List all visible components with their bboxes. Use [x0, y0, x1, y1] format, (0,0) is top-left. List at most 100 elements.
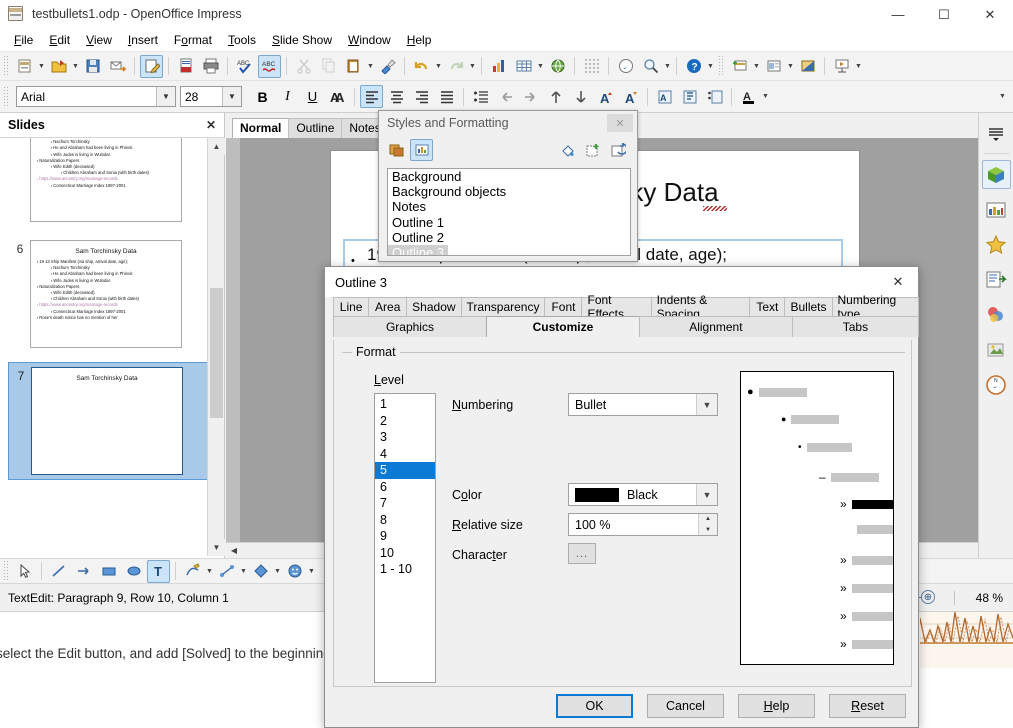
select-arrow-icon[interactable]	[13, 560, 36, 583]
style-item-outline-1[interactable]: Outline 1	[388, 215, 630, 230]
chevron-down-icon[interactable]: ▼	[696, 394, 717, 415]
formatbar-overflow-icon[interactable]: ▼	[998, 85, 1007, 108]
tab-tabs[interactable]: Tabs	[791, 316, 920, 337]
connector-icon[interactable]	[215, 560, 238, 583]
symbol-shapes-icon[interactable]	[283, 560, 306, 583]
open-document-icon[interactable]	[47, 55, 70, 78]
italic-button[interactable]: I	[276, 85, 299, 108]
font-name-input[interactable]: Arial ▼	[16, 86, 176, 107]
menu-view[interactable]: View	[78, 30, 120, 50]
level-list[interactable]: 1 2 3 4 5 6 7 8 9 10 1 - 10	[374, 393, 436, 683]
bullets-numbering-dialog-button[interactable]	[703, 85, 726, 108]
menu-window[interactable]: Window	[340, 30, 399, 50]
font-name-dropdown-icon[interactable]: ▼	[156, 87, 175, 106]
help-button[interactable]: Help	[738, 694, 815, 718]
tab-outline[interactable]: Outline	[288, 118, 343, 138]
align-justify-button[interactable]	[435, 85, 458, 108]
formatbar-grip[interactable]	[3, 85, 10, 108]
menu-format[interactable]: Format	[166, 30, 220, 50]
navigator-compass-icon[interactable]: N	[982, 370, 1011, 399]
new-slide-dropdown-icon[interactable]: ▼	[752, 55, 761, 78]
slide-layout-dropdown-icon[interactable]: ▼	[786, 55, 795, 78]
slides-panel-scrollbar[interactable]: ▲ ▼	[207, 138, 225, 556]
paragraph-dialog-button[interactable]	[678, 85, 701, 108]
slide-thumbnail[interactable]: Sam Torchinsky Data	[31, 367, 183, 475]
navigator-icon[interactable]	[614, 55, 637, 78]
character-dialog-button[interactable]: A	[653, 85, 676, 108]
new-document-icon[interactable]	[13, 55, 36, 78]
cut-icon[interactable]	[292, 55, 315, 78]
paste-icon[interactable]	[342, 55, 365, 78]
align-right-button[interactable]	[410, 85, 433, 108]
toolbar-grip[interactable]	[3, 55, 10, 77]
level-item-4[interactable]: 4	[375, 446, 435, 463]
presentation-styles-icon[interactable]	[385, 139, 408, 161]
menu-tools[interactable]: Tools	[220, 30, 264, 50]
update-style-icon[interactable]	[606, 139, 629, 161]
demote-button[interactable]	[519, 85, 542, 108]
menu-file[interactable]: File	[6, 30, 41, 50]
tab-graphics[interactable]: Graphics	[333, 316, 487, 337]
display-grid-icon[interactable]	[580, 55, 603, 78]
style-item-background[interactable]: Background	[388, 169, 630, 184]
print-icon[interactable]	[199, 55, 222, 78]
slide-thumbnail[interactable]: Sam Torchinsky Data 19 13 Ship Manifest …	[30, 240, 182, 348]
paste-dropdown-icon[interactable]: ▼	[366, 55, 375, 78]
slides-list[interactable]: 5 Sam Torchinsky Data 19 13 Ship Manifes…	[0, 138, 208, 556]
scrollbar-thumb[interactable]	[210, 288, 223, 418]
chart-icon[interactable]	[487, 55, 510, 78]
tab-normal[interactable]: Normal	[232, 118, 290, 138]
tab-text[interactable]: Text	[749, 297, 786, 316]
drawbar-grip[interactable]	[3, 560, 10, 582]
menu-edit[interactable]: Edit	[41, 30, 78, 50]
scroll-down-icon[interactable]: ▼	[208, 539, 225, 556]
connector-dropdown-icon[interactable]: ▼	[239, 560, 248, 583]
level-item-8[interactable]: 8	[375, 512, 435, 529]
master-pages-icon[interactable]	[982, 195, 1011, 224]
sidebar-settings-icon[interactable]	[982, 119, 1011, 148]
tab-area[interactable]: Area	[368, 297, 408, 316]
export-pdf-icon[interactable]	[174, 55, 197, 78]
level-item-2[interactable]: 2	[375, 413, 435, 430]
decrease-font-button[interactable]: A	[619, 85, 642, 108]
new-style-from-selection-icon[interactable]	[581, 139, 604, 161]
fill-format-mode-icon[interactable]	[556, 139, 579, 161]
tab-font-effects[interactable]: Font Effects	[581, 293, 652, 321]
style-item-background-objects[interactable]: Background objects	[388, 184, 630, 199]
new-slide-icon[interactable]	[728, 55, 751, 78]
table-dropdown-icon[interactable]: ▼	[536, 55, 545, 78]
properties-icon[interactable]	[981, 160, 1011, 189]
menu-slideshow[interactable]: Slide Show	[264, 30, 340, 50]
basic-shapes-dropdown-icon[interactable]: ▼	[273, 560, 282, 583]
relative-size-stepper[interactable]: ▲ ▼	[698, 514, 717, 535]
level-item-7[interactable]: 7	[375, 495, 435, 512]
align-left-button[interactable]	[360, 85, 383, 108]
new-document-dropdown-icon[interactable]: ▼	[37, 55, 46, 78]
styles-icon[interactable]	[982, 230, 1011, 259]
toolbar1-overflow-icon[interactable]: ▼	[706, 55, 715, 78]
level-item-1[interactable]: 1	[375, 396, 435, 413]
tab-font[interactable]: Font	[544, 297, 583, 316]
slide-thumbnail[interactable]: Sam Torchinsky Data 19 13 Ship Manifest …	[30, 138, 182, 222]
autospellcheck-icon[interactable]: ABC	[258, 54, 281, 78]
curve-icon[interactable]	[181, 560, 204, 583]
maximize-button[interactable]: ☐	[921, 0, 967, 29]
ok-button[interactable]: OK	[556, 694, 633, 718]
email-document-icon[interactable]	[106, 55, 129, 78]
edit-file-icon[interactable]	[140, 54, 163, 78]
toolbar1-overflow-2-icon[interactable]: ▼	[854, 55, 863, 78]
outline-style-dialog[interactable]: Outline 3 ✕ Line Area Shadow Transparenc…	[324, 266, 920, 728]
help-icon[interactable]: ?	[682, 55, 705, 78]
scroll-up-icon[interactable]: ▲	[208, 138, 225, 155]
tab-shadow[interactable]: Shadow	[406, 297, 462, 316]
promote-button[interactable]	[494, 85, 517, 108]
level-item-5[interactable]: 5	[375, 462, 435, 479]
move-down-button[interactable]	[569, 85, 592, 108]
start-slideshow-icon[interactable]	[830, 55, 853, 78]
style-item-outline-3[interactable]: Outline 3	[388, 245, 449, 255]
numbering-select[interactable]: Bullet ▼	[568, 393, 718, 416]
menu-help[interactable]: Help	[399, 30, 440, 50]
graphic-styles-icon[interactable]	[410, 138, 433, 161]
custom-animation-icon[interactable]	[982, 265, 1011, 294]
spelling-icon[interactable]: ABC	[233, 55, 256, 78]
